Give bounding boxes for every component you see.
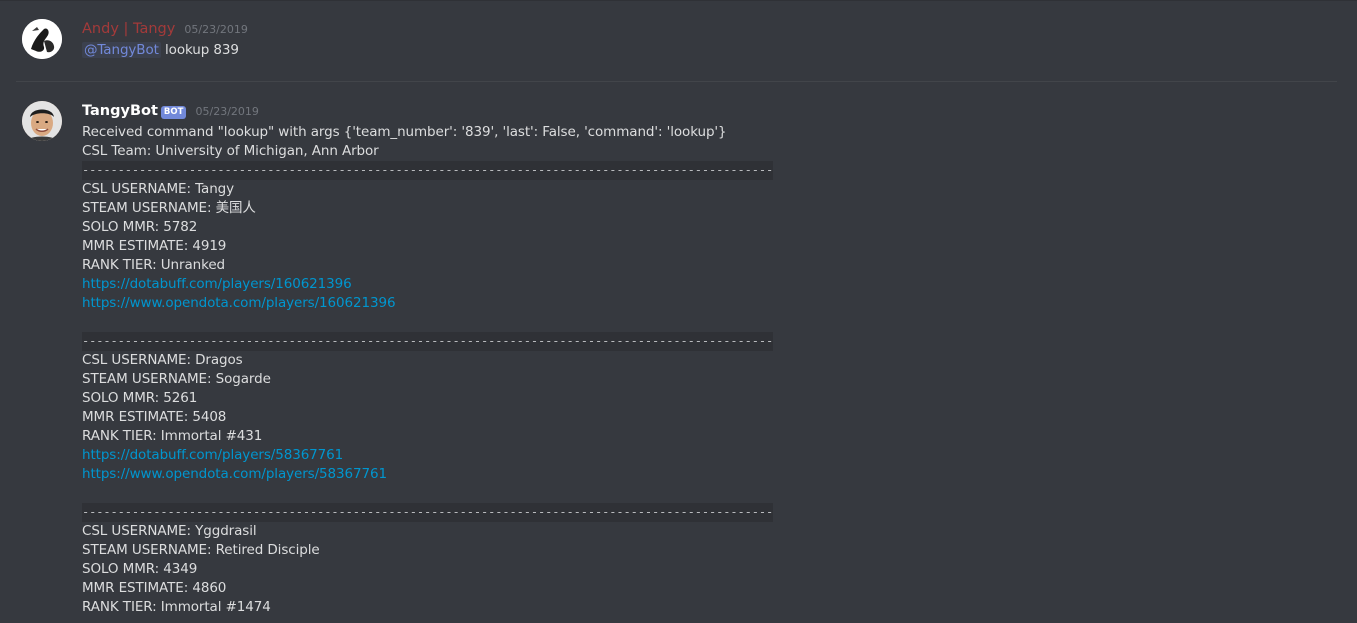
message-header: Andy | Tangy 05/23/2019 (82, 17, 1337, 39)
message-text: @TangyBot lookup 839 (82, 41, 1337, 60)
message-header: TangyBot BOT 05/23/2019 (82, 99, 1337, 121)
dotabuff-link[interactable]: https://dotabuff.com/players/160621396 (82, 276, 352, 292)
rank-tier: RANK TIER: Immortal #1474 (82, 599, 271, 615)
steam-username: STEAM USERNAME: Sogarde (82, 371, 271, 387)
command-received-line: Received command "lookup" with args {'te… (82, 124, 727, 140)
mmr-estimate: MMR ESTIMATE: 4860 (82, 580, 227, 596)
chat-messages: Andy | Tangy 05/23/2019 @TangyBot lookup… (0, 0, 1357, 623)
mmr-estimate: MMR ESTIMATE: 4919 (82, 238, 227, 254)
message-body: Received command "lookup" with args {'te… (82, 123, 1337, 617)
avatar-tangybot-image (22, 101, 62, 141)
username[interactable]: Andy | Tangy (82, 21, 175, 37)
solo-mmr: SOLO MMR: 5782 (82, 219, 198, 235)
steam-username: STEAM USERNAME: Retired Disciple (82, 542, 320, 558)
steam-username: STEAM USERNAME: 美国人 (82, 200, 256, 216)
username[interactable]: TangyBot (82, 103, 158, 119)
timestamp: 05/23/2019 (195, 105, 259, 118)
solo-mmr: SOLO MMR: 5261 (82, 390, 198, 406)
csl-username: CSL USERNAME: Yggdrasil (82, 523, 257, 539)
timestamp: 05/23/2019 (184, 23, 248, 36)
separator-line: ----------------------------------------… (82, 161, 773, 180)
avatar-andy[interactable] (22, 19, 62, 59)
solo-mmr: SOLO MMR: 4349 (82, 561, 198, 577)
avatar-tangybot[interactable] (22, 101, 62, 141)
csl-username: CSL USERNAME: Dragos (82, 352, 243, 368)
dotabuff-link[interactable]: https://dotabuff.com/players/58367761 (82, 447, 343, 463)
mention-tangybot[interactable]: @TangyBot (82, 42, 161, 58)
opendota-link[interactable]: https://www.opendota.com/players/1606213… (82, 295, 396, 311)
bot-tag: BOT (160, 106, 187, 119)
top-border (0, 0, 1357, 1)
rank-tier: RANK TIER: Immortal #431 (82, 428, 263, 444)
separator-line: ----------------------------------------… (82, 503, 773, 522)
opendota-link[interactable]: https://www.opendota.com/players/5836776… (82, 466, 387, 482)
team-line: CSL Team: University of Michigan, Ann Ar… (82, 143, 379, 159)
message-divider (16, 81, 1337, 82)
separator-line: ----------------------------------------… (82, 332, 773, 351)
csl-username: CSL USERNAME: Tangy (82, 181, 235, 197)
command-text: lookup 839 (160, 42, 239, 58)
avatar-andy-image (22, 19, 62, 59)
mmr-estimate: MMR ESTIMATE: 5408 (82, 409, 227, 425)
rank-tier: RANK TIER: Unranked (82, 257, 226, 273)
